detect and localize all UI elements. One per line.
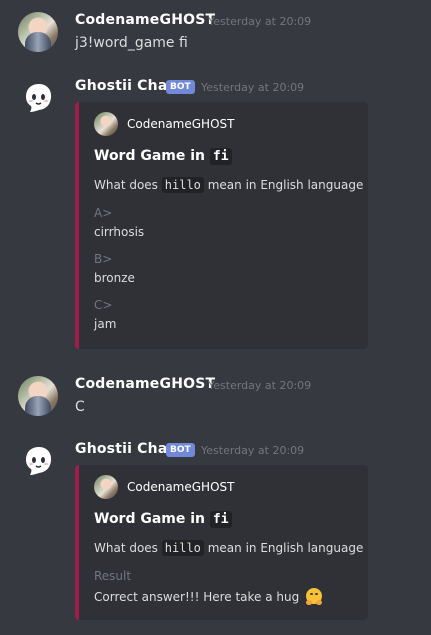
embed-description: What does hillo mean in English language: [94, 177, 364, 193]
embed-author-name: CodenameGHOST: [127, 117, 235, 131]
field-value: bronze: [94, 271, 135, 285]
field-value: cirrhosis: [94, 225, 145, 239]
timestamp[interactable]: Yesterday at 20:09: [201, 81, 304, 94]
username[interactable]: CodenameGHOST: [75, 12, 215, 28]
username[interactable]: CodenameGHOST: [75, 376, 215, 392]
hugging-face-emoji-icon: [306, 588, 323, 605]
timestamp[interactable]: Yesterday at 20:09: [201, 444, 304, 457]
embed-title: Word Game in fi: [94, 511, 232, 528]
hand-right: [316, 600, 323, 605]
desc-suffix: mean in English language: [207, 178, 364, 192]
ghost-icon: [26, 447, 52, 475]
result-text: Correct answer!!! Here take a hug: [94, 590, 300, 604]
desc-suffix: mean in English language: [207, 541, 364, 555]
message: Ghostii Chan BOT Yesterday at 20:09 Code…: [0, 78, 431, 353]
embed-author-avatar: [94, 475, 118, 499]
bot-tag: BOT: [166, 80, 195, 94]
message: CodenameGHOST Yesterday at 20:09 j3!word…: [0, 12, 431, 60]
message: CodenameGHOST Yesterday at 20:09 C: [0, 376, 431, 424]
bot-tag: BOT: [166, 443, 195, 457]
embed-title-code: fi: [209, 148, 232, 165]
desc-code: hillo: [161, 177, 204, 193]
user-avatar[interactable]: [18, 12, 58, 52]
username[interactable]: Ghostii Chan: [75, 441, 178, 457]
embed-title-code: fi: [209, 511, 232, 528]
embed-title-text: Word Game in: [94, 148, 206, 164]
embed-title-text: Word Game in: [94, 511, 206, 527]
field-name: C>: [94, 298, 113, 312]
desc-prefix: What does: [94, 178, 158, 192]
hand-left: [306, 600, 313, 605]
embed-description: What does hillo mean in English language: [94, 540, 364, 556]
field-name: B>: [94, 252, 113, 266]
field-value: Correct answer!!! Here take a hug: [94, 588, 323, 605]
message: Ghostii Chan BOT Yesterday at 20:09 Code…: [0, 441, 431, 621]
embed: CodenameGHOST Word Game in fi What does …: [75, 102, 368, 349]
ghost-icon: [26, 84, 52, 112]
message-text: C: [75, 399, 85, 415]
embed-author-avatar: [94, 112, 118, 136]
user-avatar[interactable]: [18, 376, 58, 416]
timestamp[interactable]: Yesterday at 20:09: [208, 379, 311, 392]
field-value: jam: [94, 317, 117, 331]
username[interactable]: Ghostii Chan: [75, 78, 178, 94]
desc-prefix: What does: [94, 541, 158, 555]
timestamp[interactable]: Yesterday at 20:09: [208, 15, 311, 28]
embed: CodenameGHOST Word Game in fi What does …: [75, 465, 368, 620]
embed-author-name: CodenameGHOST: [127, 480, 235, 494]
field-name: Result: [94, 569, 132, 583]
bot-avatar[interactable]: [18, 78, 58, 118]
message-text: j3!word_game fi: [75, 35, 188, 51]
field-name: A>: [94, 206, 113, 220]
bot-avatar[interactable]: [18, 441, 58, 481]
embed-title: Word Game in fi: [94, 148, 232, 165]
desc-code: hillo: [161, 540, 204, 556]
